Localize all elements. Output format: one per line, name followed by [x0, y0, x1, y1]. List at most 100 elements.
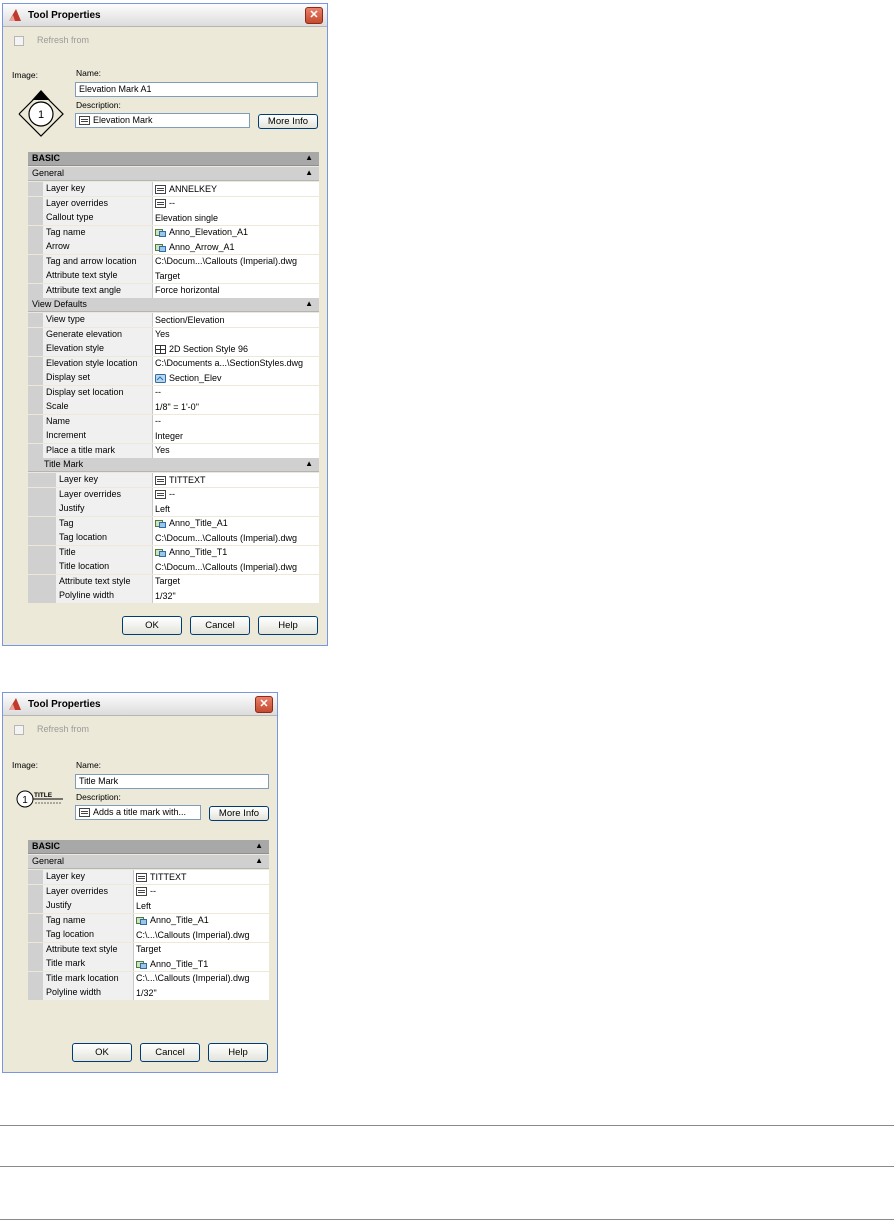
- property-value[interactable]: --: [153, 196, 319, 211]
- property-row[interactable]: Elevation style location C:\Documents a..…: [28, 356, 319, 371]
- property-row[interactable]: Callout type Elevation single: [28, 211, 319, 225]
- property-row[interactable]: Polyline width 1/32": [28, 589, 319, 603]
- property-value[interactable]: Anno_Arrow_A1: [153, 240, 319, 254]
- property-row[interactable]: Place a title mark Yes: [28, 443, 319, 458]
- property-value[interactable]: Section/Elevation: [153, 313, 319, 327]
- property-value[interactable]: TITTEXT: [153, 473, 319, 487]
- property-row[interactable]: Attribute text style Target: [28, 942, 269, 957]
- property-row[interactable]: Layer key TITTEXT: [28, 473, 319, 487]
- property-value[interactable]: Yes: [153, 327, 319, 342]
- property-value[interactable]: Left: [153, 502, 319, 516]
- property-value[interactable]: --: [153, 385, 319, 400]
- property-row[interactable]: Attribute text angle Force horizontal: [28, 283, 319, 298]
- more-info-button[interactable]: More Info: [258, 114, 318, 129]
- refresh-checkbox[interactable]: [14, 36, 24, 46]
- property-value[interactable]: Anno_Title_T1: [153, 545, 319, 560]
- property-row[interactable]: Layer key ANNELKEY: [28, 182, 319, 196]
- property-row[interactable]: Increment Integer: [28, 429, 319, 443]
- property-value[interactable]: C:\Docum...\Callouts (Imperial).dwg: [153, 531, 319, 545]
- description-input[interactable]: Elevation Mark: [75, 113, 250, 128]
- category-general[interactable]: General ▲: [28, 855, 269, 869]
- property-value[interactable]: Force horizontal: [153, 283, 319, 298]
- collapse-icon[interactable]: ▲: [305, 459, 313, 468]
- property-row[interactable]: Tag location C:\Docum...\Callouts (Imperi…: [28, 531, 319, 545]
- property-value[interactable]: TITTEXT: [134, 870, 269, 884]
- close-button[interactable]: ✕: [305, 7, 323, 24]
- property-row[interactable]: Tag Anno_Title_A1: [28, 516, 319, 531]
- property-row[interactable]: Tag name Anno_Elevation_A1: [28, 225, 319, 240]
- property-row[interactable]: View type Section/Elevation: [28, 313, 319, 327]
- property-row[interactable]: Attribute text style Target: [28, 269, 319, 283]
- property-value[interactable]: Section_Elev: [153, 371, 319, 385]
- property-row[interactable]: Tag location C:\...\Callouts (Imperial).d…: [28, 928, 269, 942]
- property-row[interactable]: Layer overrides --: [28, 884, 269, 899]
- property-row[interactable]: Tag and arrow location C:\Docum...\Callou…: [28, 254, 319, 269]
- description-input[interactable]: Adds a title mark with...: [75, 805, 201, 820]
- property-value[interactable]: C:\Documents a...\SectionStyles.dwg: [153, 356, 319, 371]
- property-value[interactable]: 1/32": [134, 986, 269, 1000]
- help-button[interactable]: Help: [208, 1043, 268, 1062]
- property-row[interactable]: Tag name Anno_Title_A1: [28, 913, 269, 928]
- property-row[interactable]: Display set Section_Elev: [28, 371, 319, 385]
- property-value[interactable]: ANNELKEY: [153, 182, 319, 196]
- category-general[interactable]: General ▲: [28, 167, 319, 181]
- property-value[interactable]: 1/8" = 1'-0": [153, 400, 319, 414]
- group-basic[interactable]: BASIC ▲: [28, 152, 319, 166]
- property-value[interactable]: Left: [134, 899, 269, 913]
- property-value[interactable]: C:\...\Callouts (Imperial).dwg: [134, 928, 269, 942]
- property-row[interactable]: Display set location --: [28, 385, 319, 400]
- property-value[interactable]: Integer: [153, 429, 319, 443]
- collapse-icon[interactable]: ▲: [305, 299, 313, 308]
- property-value[interactable]: C:\Docum...\Callouts (Imperial).dwg: [153, 254, 319, 269]
- help-button[interactable]: Help: [258, 616, 318, 635]
- property-value[interactable]: Anno_Title_A1: [134, 913, 269, 928]
- cancel-button[interactable]: Cancel: [190, 616, 250, 635]
- property-value[interactable]: Elevation single: [153, 211, 319, 225]
- property-row[interactable]: Layer overrides --: [28, 487, 319, 502]
- refresh-checkbox[interactable]: [14, 725, 24, 735]
- collapse-icon[interactable]: ▲: [305, 168, 313, 177]
- property-value[interactable]: Anno_Title_A1: [153, 516, 319, 531]
- ok-button[interactable]: OK: [122, 616, 182, 635]
- name-input[interactable]: Title Mark: [75, 774, 269, 789]
- property-row[interactable]: Layer key TITTEXT: [28, 870, 269, 884]
- property-value[interactable]: Target: [153, 269, 319, 283]
- property-value[interactable]: C:\...\Callouts (Imperial).dwg: [134, 971, 269, 986]
- property-row[interactable]: Title mark location C:\...\Callouts (Impe…: [28, 971, 269, 986]
- property-value[interactable]: Target: [153, 574, 319, 589]
- cancel-button[interactable]: Cancel: [140, 1043, 200, 1062]
- close-button[interactable]: ✕: [255, 696, 273, 713]
- property-value[interactable]: Target: [134, 942, 269, 957]
- property-value[interactable]: Yes: [153, 443, 319, 458]
- property-value[interactable]: Anno_Elevation_A1: [153, 225, 319, 240]
- ok-button[interactable]: OK: [72, 1043, 132, 1062]
- property-row[interactable]: Justify Left: [28, 899, 269, 913]
- property-row[interactable]: Polyline width 1/32": [28, 986, 269, 1000]
- category-title-mark[interactable]: Title Mark ▲: [28, 458, 319, 472]
- property-row[interactable]: Attribute text style Target: [28, 574, 319, 589]
- collapse-icon[interactable]: ▲: [305, 153, 313, 162]
- property-value[interactable]: 1/32": [153, 589, 319, 603]
- property-row[interactable]: Elevation style 2D Section Style 96: [28, 342, 319, 356]
- property-row[interactable]: Arrow Anno_Arrow_A1: [28, 240, 319, 254]
- property-row[interactable]: Title location C:\Docum...\Callouts (Impe…: [28, 560, 319, 574]
- property-row[interactable]: Title Anno_Title_T1: [28, 545, 319, 560]
- collapse-icon[interactable]: ▲: [255, 841, 263, 850]
- property-value[interactable]: --: [153, 414, 319, 429]
- property-row[interactable]: Generate elevation Yes: [28, 327, 319, 342]
- property-row[interactable]: Title mark Anno_Title_T1: [28, 957, 269, 971]
- name-input[interactable]: Elevation Mark A1: [75, 82, 318, 97]
- property-value[interactable]: 2D Section Style 96: [153, 342, 319, 356]
- property-value[interactable]: Anno_Title_T1: [134, 957, 269, 971]
- property-row[interactable]: Name --: [28, 414, 319, 429]
- collapse-icon[interactable]: ▲: [255, 856, 263, 865]
- category-view-defaults[interactable]: View Defaults ▲: [28, 298, 319, 312]
- property-value[interactable]: C:\Docum...\Callouts (Imperial).dwg: [153, 560, 319, 574]
- property-row[interactable]: Scale 1/8" = 1'-0": [28, 400, 319, 414]
- property-row[interactable]: Layer overrides --: [28, 196, 319, 211]
- property-row[interactable]: Justify Left: [28, 502, 319, 516]
- group-basic[interactable]: BASIC ▲: [28, 840, 269, 854]
- property-value[interactable]: --: [153, 487, 319, 502]
- more-info-button[interactable]: More Info: [209, 806, 269, 821]
- property-value[interactable]: --: [134, 884, 269, 899]
